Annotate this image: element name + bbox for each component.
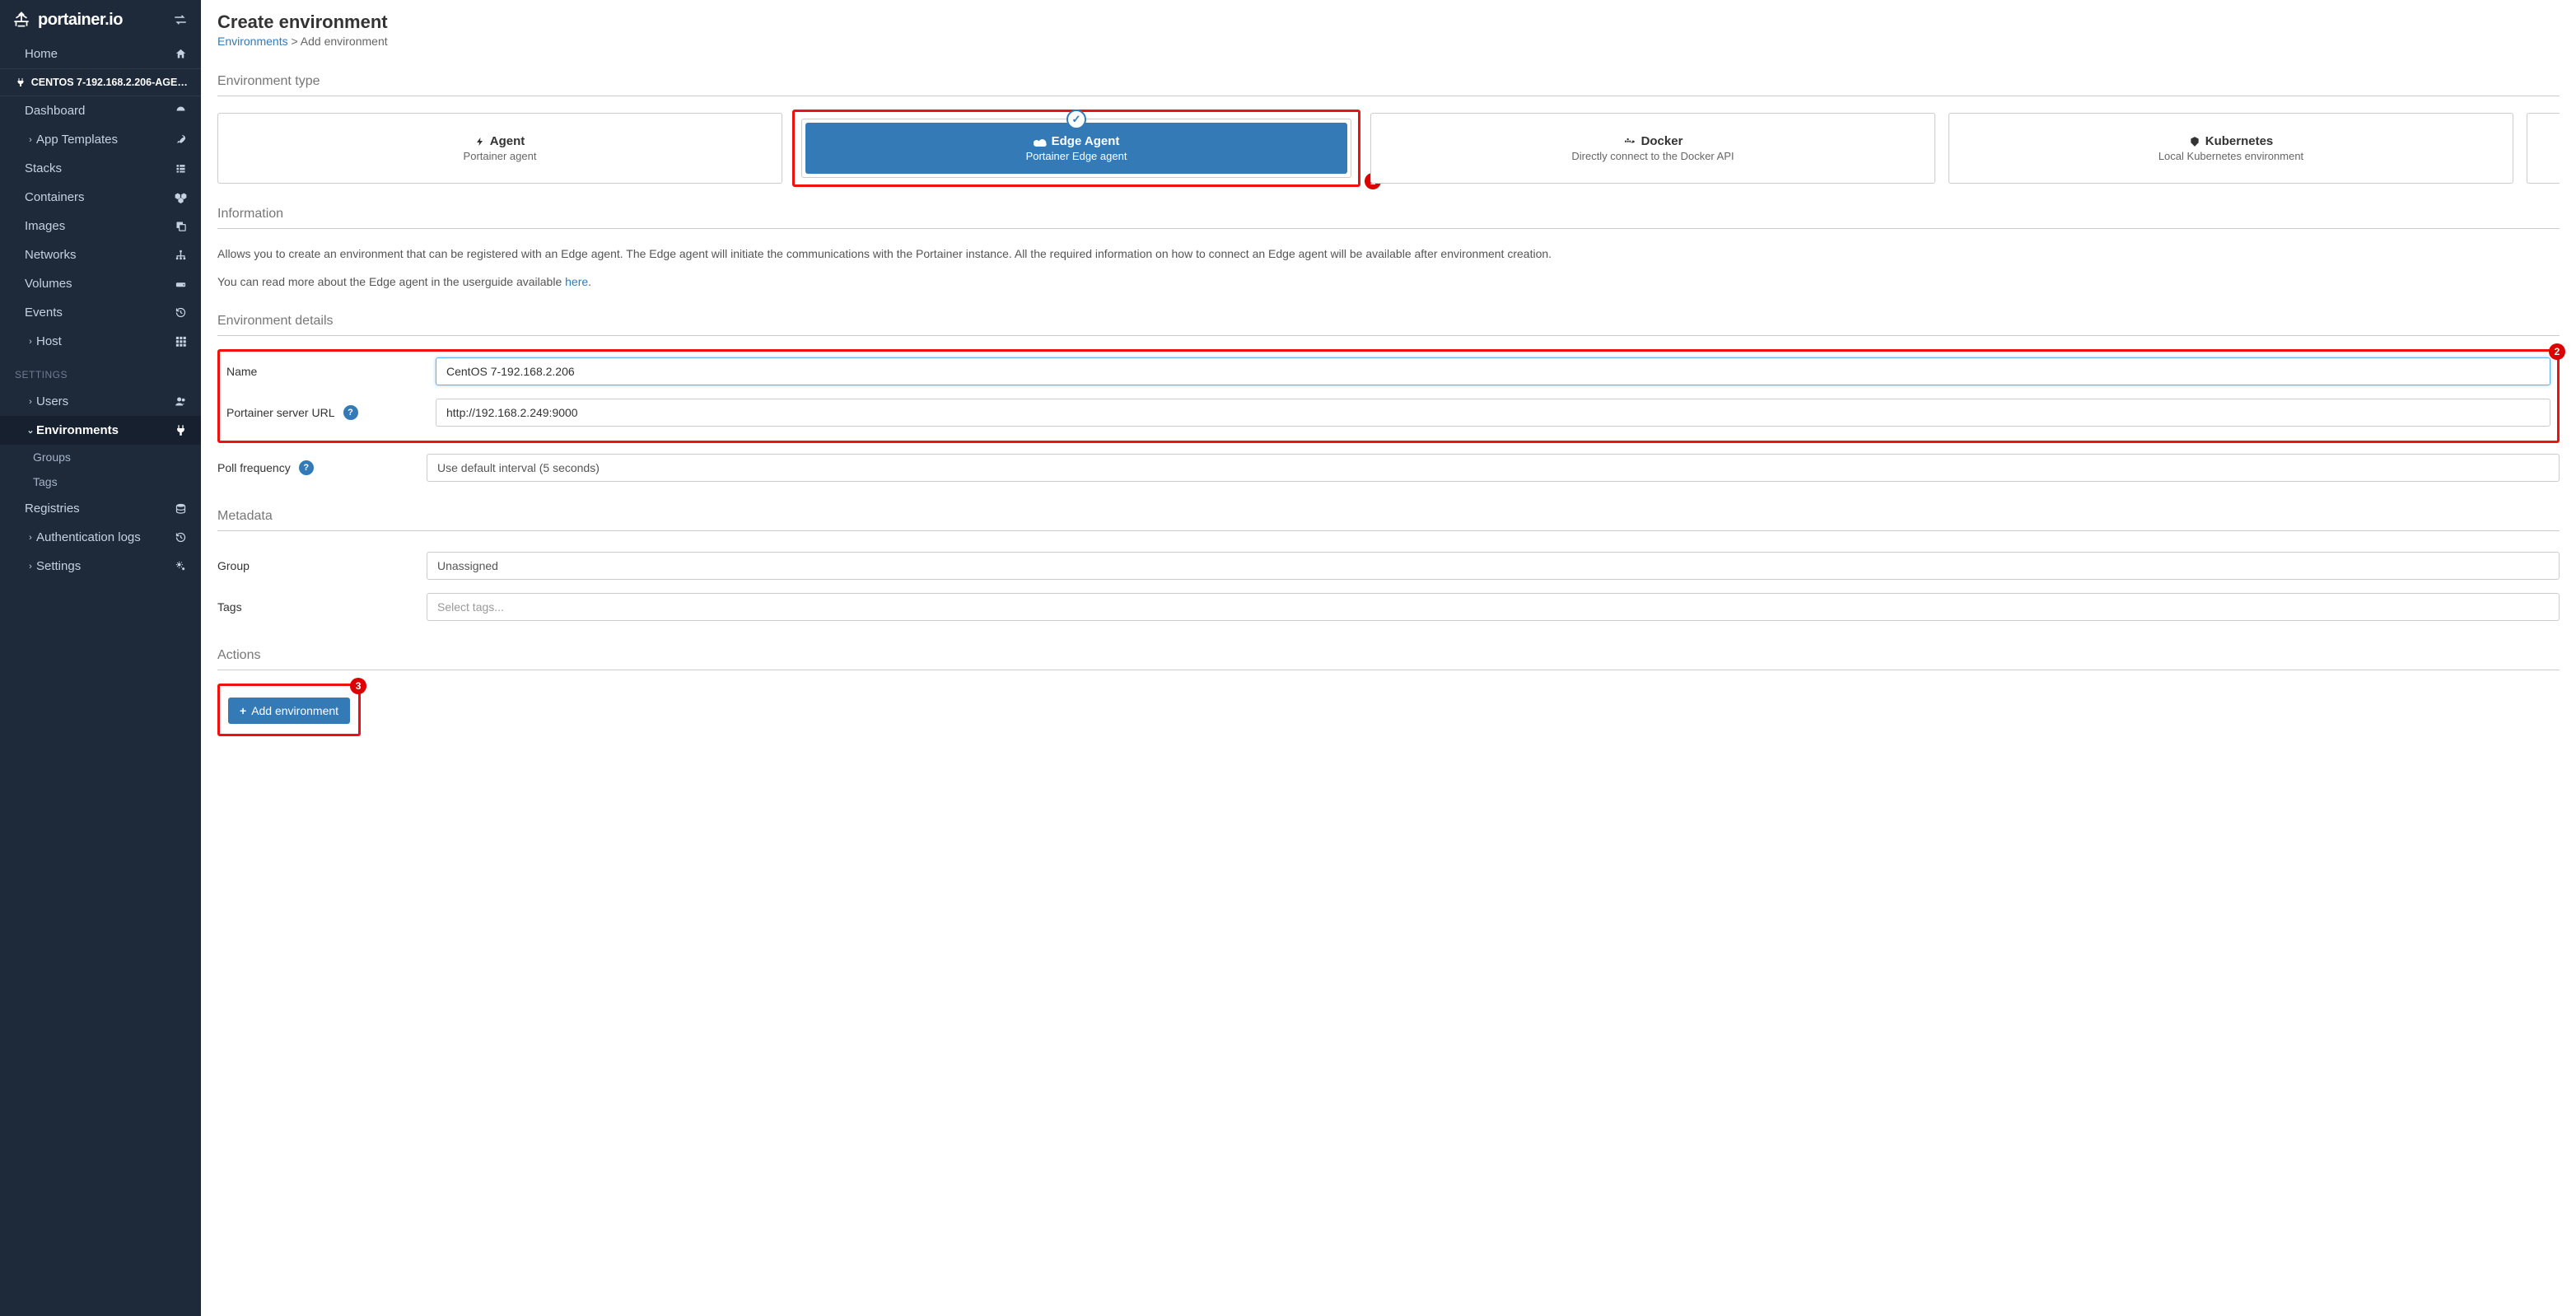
- sidebar-item-images[interactable]: Images: [0, 212, 201, 240]
- breadcrumb-current: Add environment: [301, 35, 388, 48]
- plus-icon: +: [240, 704, 246, 717]
- kubernetes-icon: [2189, 136, 2200, 147]
- sidebar-subitem-groups[interactable]: Groups: [0, 445, 201, 469]
- bolt-icon: [475, 136, 485, 147]
- chevron-right-icon: ›: [25, 533, 36, 543]
- label-poll-frequency: Poll frequency: [217, 461, 291, 474]
- sidebar-context[interactable]: CENTOS 7-192.168.2.206-AGENT: [0, 68, 201, 96]
- chevron-right-icon: ›: [25, 337, 36, 347]
- label-tags: Tags: [217, 600, 427, 614]
- users-icon: [175, 395, 188, 408]
- cogs-icon: [175, 560, 188, 572]
- group-select[interactable]: Unassigned: [427, 552, 2560, 580]
- list-icon: [175, 162, 188, 175]
- callout-badge-2: 2: [2549, 343, 2565, 360]
- name-input[interactable]: [436, 357, 2550, 385]
- chevron-right-icon: ›: [25, 562, 36, 572]
- logo[interactable]: portainer.io: [10, 8, 123, 31]
- callout-box-3: 3 + Add environment: [217, 684, 361, 736]
- plug-icon: [15, 77, 26, 87]
- type-card-kubernetes[interactable]: Kubernetes Local Kubernetes environment: [1948, 113, 2513, 184]
- section-actions: Actions: [217, 648, 2560, 670]
- rocket-icon: [175, 133, 188, 146]
- plug-icon: [175, 424, 188, 436]
- type-card-overflow[interactable]: [2527, 113, 2560, 184]
- selected-check-icon: ✓: [1066, 110, 1086, 129]
- tags-select[interactable]: Select tags...: [427, 593, 2560, 621]
- dashboard-icon: [175, 105, 188, 117]
- chevron-right-icon: ›: [25, 135, 36, 145]
- sidebar-heading-settings: SETTINGS: [0, 356, 201, 387]
- type-card-docker[interactable]: Docker Directly connect to the Docker AP…: [1370, 113, 1935, 184]
- logo-text: portainer.io: [38, 11, 123, 30]
- docker-icon: [1623, 137, 1636, 147]
- sidebar-item-auth-logs[interactable]: ›Authentication logs: [0, 523, 201, 552]
- section-environment-details: Environment details: [217, 314, 2560, 336]
- main-content: Create environment Environments > Add en…: [201, 0, 2576, 1316]
- sidebar-item-app-templates[interactable]: ›App Templates: [0, 125, 201, 154]
- help-icon[interactable]: ?: [299, 460, 314, 475]
- sidebar-item-events[interactable]: Events: [0, 298, 201, 327]
- swap-icon[interactable]: [173, 14, 188, 26]
- label-name: Name: [226, 365, 436, 378]
- page-title: Create environment: [201, 12, 2576, 33]
- clone-icon: [175, 220, 188, 232]
- sidebar-item-host[interactable]: ›Host: [0, 327, 201, 356]
- label-portainer-url: Portainer server URL: [226, 406, 335, 419]
- callout-box-2: 2 Name Portainer server URL ?: [217, 349, 2560, 443]
- sidebar-subitem-tags[interactable]: Tags: [0, 469, 201, 494]
- label-group: Group: [217, 559, 427, 572]
- chevron-down-icon: ⌄: [25, 425, 36, 436]
- sidebar: portainer.io Home CENTOS 7-192.168.2.206…: [0, 0, 201, 1316]
- breadcrumb-link-environments[interactable]: Environments: [217, 35, 288, 48]
- userguide-link[interactable]: here: [565, 275, 588, 288]
- sidebar-item-containers[interactable]: Containers: [0, 183, 201, 212]
- sidebar-item-volumes[interactable]: Volumes: [0, 269, 201, 298]
- cubes-icon: [175, 191, 188, 203]
- add-environment-button[interactable]: + Add environment: [228, 698, 350, 724]
- callout-box-1: ✓ Edge Agent Portainer Edge agent 1: [792, 110, 1360, 187]
- sidebar-item-environments[interactable]: ⌄Environments: [0, 416, 201, 445]
- type-card-edge-agent[interactable]: ✓ Edge Agent Portainer Edge agent: [801, 119, 1351, 178]
- type-card-agent[interactable]: Agent Portainer agent: [217, 113, 782, 184]
- logo-icon: [10, 8, 33, 31]
- info-paragraph-1: Allows you to create an environment that…: [217, 245, 2560, 264]
- sidebar-item-stacks[interactable]: Stacks: [0, 154, 201, 183]
- breadcrumb: Environments > Add environment: [201, 33, 2576, 58]
- database-icon: [175, 502, 188, 515]
- logo-row: portainer.io: [0, 0, 201, 40]
- sidebar-item-settings[interactable]: ›Settings: [0, 552, 201, 581]
- hdd-icon: [175, 278, 188, 290]
- sitemap-icon: [175, 249, 188, 261]
- th-icon: [175, 335, 188, 348]
- cloud-icon: [1034, 137, 1047, 147]
- portainer-url-input[interactable]: [436, 399, 2550, 427]
- callout-badge-3: 3: [350, 678, 366, 694]
- sidebar-item-dashboard[interactable]: Dashboard: [0, 96, 201, 125]
- environment-type-options: Agent Portainer agent ✓ Edge Agent Porta…: [217, 113, 2560, 184]
- info-paragraph-2: You can read more about the Edge agent i…: [217, 273, 2560, 292]
- sidebar-item-registries[interactable]: Registries: [0, 494, 201, 523]
- sidebar-item-home[interactable]: Home: [0, 40, 201, 68]
- home-icon: [175, 48, 188, 60]
- section-metadata: Metadata: [217, 509, 2560, 531]
- help-icon[interactable]: ?: [343, 405, 358, 420]
- sidebar-item-users[interactable]: ›Users: [0, 387, 201, 416]
- section-information: Information: [217, 207, 2560, 229]
- history-icon: [175, 531, 188, 544]
- poll-frequency-select[interactable]: Use default interval (5 seconds): [427, 454, 2560, 482]
- chevron-right-icon: ›: [25, 397, 36, 407]
- sidebar-item-networks[interactable]: Networks: [0, 240, 201, 269]
- section-environment-type: Environment type: [217, 74, 2560, 96]
- history-icon: [175, 306, 188, 319]
